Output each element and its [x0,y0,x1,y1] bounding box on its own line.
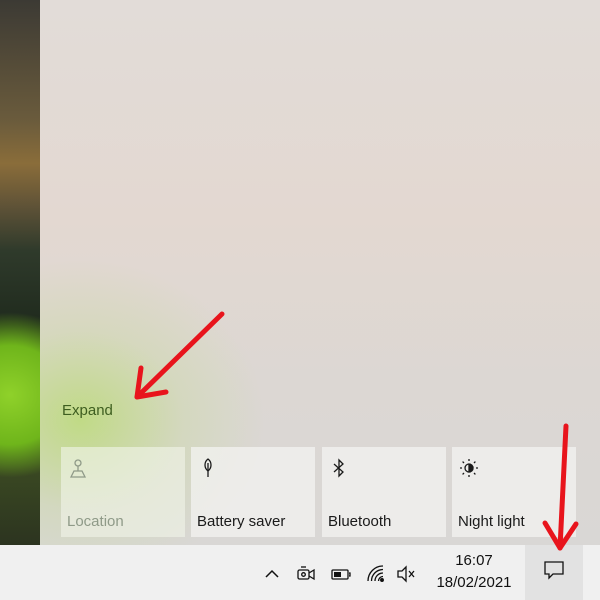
night-light-tile[interactable]: Night light [452,447,576,537]
bluetooth-tile[interactable]: Bluetooth [322,447,446,537]
battery-icon[interactable] [330,563,352,585]
battery-saver-icon [197,457,219,479]
desktop-screen: Expand Location Battery saver Bluetooth … [0,0,600,600]
meet-now-icon[interactable] [295,563,317,585]
volume-muted-icon[interactable] [395,563,417,585]
bluetooth-icon [328,457,350,479]
night-light-icon [458,457,480,479]
location-tile[interactable]: Location [61,447,185,537]
wifi-icon[interactable] [365,563,387,585]
battery-saver-tile[interactable]: Battery saver [191,447,315,537]
night-light-label: Night light [458,513,525,530]
clock-date: 18/02/2021 [436,574,512,591]
taskbar: 16:07 18/02/2021 [0,545,600,600]
battery-saver-label: Battery saver [197,513,286,530]
clock-time: 16:07 [455,552,493,569]
location-icon [67,457,89,479]
location-label: Location [67,513,124,530]
action-center-panel: Expand Location Battery saver Bluetooth … [40,0,600,545]
action-center-icon [542,558,566,587]
taskbar-clock[interactable]: 16:07 18/02/2021 [428,550,520,594]
desktop-wallpaper [0,0,40,545]
chevron-up-icon[interactable] [261,563,283,585]
bluetooth-label: Bluetooth [328,513,392,530]
expand-link[interactable]: Expand [62,402,113,419]
action-center-button[interactable] [525,545,583,600]
